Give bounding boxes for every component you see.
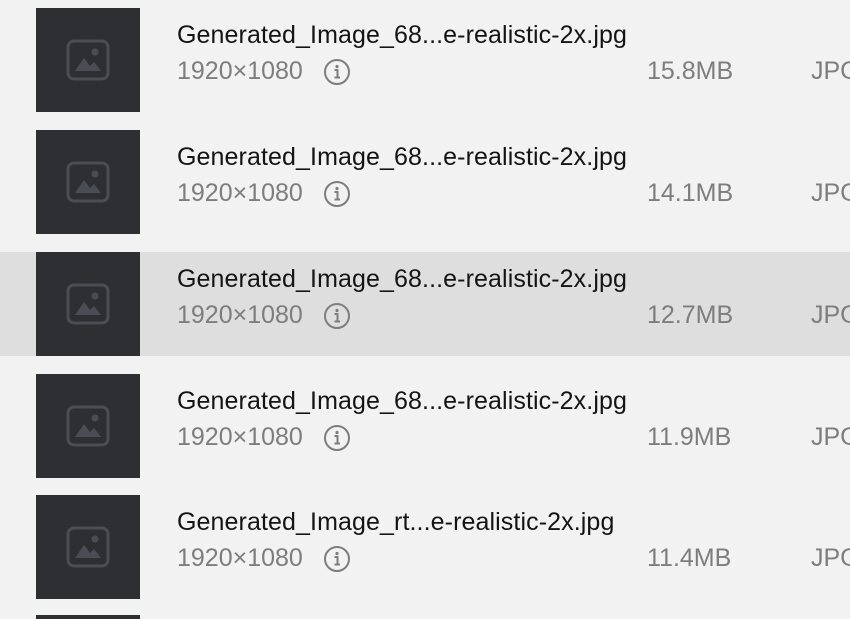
file-dimensions: 1920×1080 bbox=[177, 544, 303, 572]
file-name: Generated_Image_68...e-realistic-2x.jpg bbox=[177, 21, 627, 49]
file-name: Generated_Image_68...e-realistic-2x.jpg bbox=[177, 387, 627, 415]
image-placeholder-icon bbox=[66, 161, 110, 203]
info-icon[interactable] bbox=[323, 424, 351, 452]
file-size: 11.9MB bbox=[647, 423, 732, 451]
file-row[interactable]: Generated_Image_rt...e-realistic-2x.jpg … bbox=[0, 495, 850, 599]
file-row[interactable]: Generated_Image_68...e-realistic-2x.jpg … bbox=[0, 130, 850, 234]
file-type: JPG bbox=[811, 423, 850, 451]
info-icon[interactable] bbox=[323, 545, 351, 573]
file-type: JPG bbox=[811, 301, 850, 329]
file-thumbnail[interactable] bbox=[36, 130, 140, 234]
file-dimensions: 1920×1080 bbox=[177, 423, 303, 451]
info-icon[interactable] bbox=[323, 302, 351, 330]
file-type: JPG bbox=[811, 544, 850, 572]
file-name: Generated_Image_rt...e-realistic-2x.jpg bbox=[177, 508, 615, 536]
info-icon[interactable] bbox=[323, 180, 351, 208]
file-list: Generated_Image_68...e-realistic-2x.jpg … bbox=[0, 0, 850, 619]
file-thumbnail[interactable] bbox=[36, 495, 140, 599]
file-type: JPG bbox=[811, 179, 850, 207]
file-dimensions: 1920×1080 bbox=[177, 301, 303, 329]
image-placeholder-icon bbox=[66, 283, 110, 325]
file-name: Generated_Image_68...e-realistic-2x.jpg bbox=[177, 265, 627, 293]
file-thumbnail[interactable] bbox=[36, 374, 140, 478]
file-row[interactable]: Generated_Image_68...e-realistic-2x.jpg … bbox=[0, 8, 850, 112]
image-placeholder-icon bbox=[66, 405, 110, 447]
file-thumbnail[interactable] bbox=[36, 8, 140, 112]
file-dimensions: 1920×1080 bbox=[177, 179, 303, 207]
file-row[interactable]: Generated_Image_68...e-realistic-2x.jpg … bbox=[0, 374, 850, 478]
file-size: 14.1MB bbox=[647, 179, 734, 207]
file-row-selected[interactable]: Generated_Image_68...e-realistic-2x.jpg … bbox=[0, 252, 850, 356]
image-placeholder-icon bbox=[66, 39, 110, 81]
file-type: JPG bbox=[811, 57, 850, 85]
file-dimensions: 1920×1080 bbox=[177, 57, 303, 85]
file-row-partial[interactable] bbox=[0, 615, 850, 619]
file-size: 12.7MB bbox=[647, 301, 734, 329]
file-thumbnail[interactable] bbox=[36, 252, 140, 356]
info-icon[interactable] bbox=[323, 58, 351, 86]
file-size: 11.4MB bbox=[647, 544, 732, 572]
file-thumbnail[interactable] bbox=[36, 615, 140, 619]
file-name: Generated_Image_68...e-realistic-2x.jpg bbox=[177, 143, 627, 171]
image-placeholder-icon bbox=[66, 526, 110, 568]
file-size: 15.8MB bbox=[647, 57, 734, 85]
